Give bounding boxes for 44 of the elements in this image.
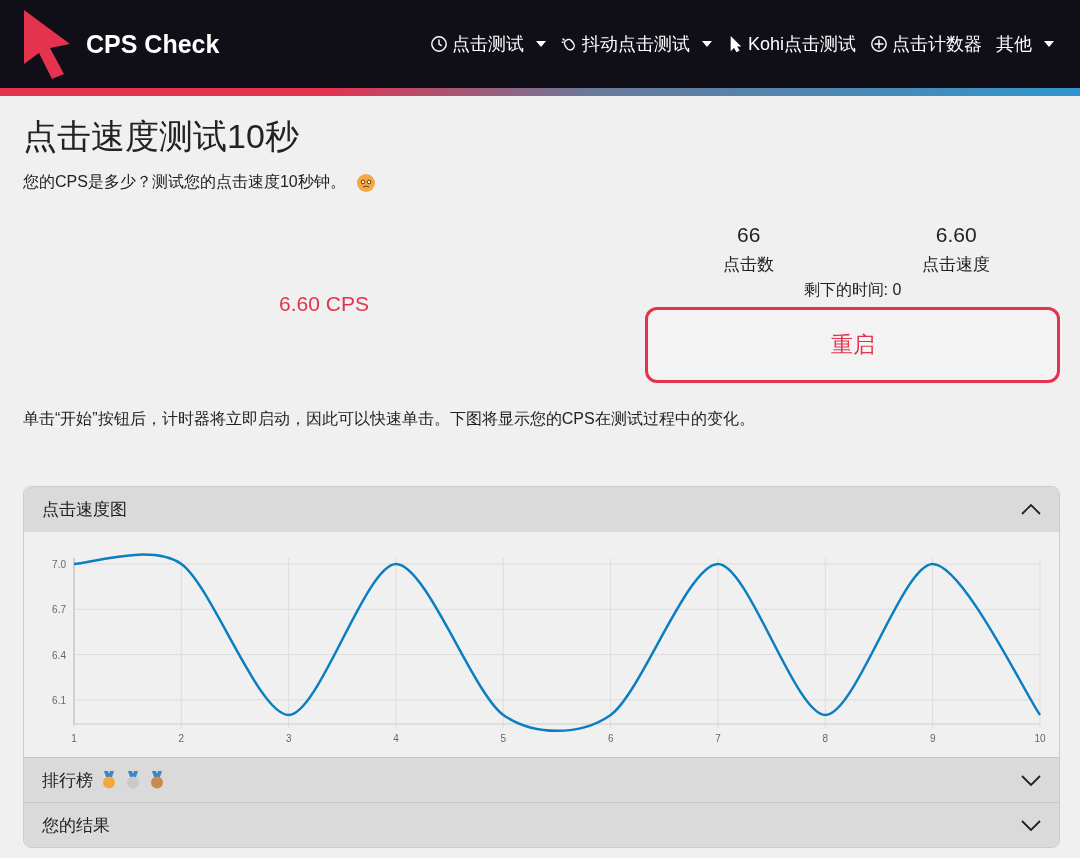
accordion-header[interactable]: 点击速度图 — [24, 487, 1059, 532]
nav-link[interactable]: 点击测试 — [429, 32, 546, 56]
axis-label: 6.7 — [52, 604, 66, 616]
medal-icon — [101, 771, 117, 789]
chevron-down-icon — [1021, 774, 1041, 786]
stat-value: 66 — [737, 223, 761, 247]
axis-label: 1 — [71, 733, 77, 744]
axis-label: 8 — [822, 733, 829, 744]
nav-link[interactable]: 抖动点击测试 — [559, 32, 712, 56]
axis-label: 7.0 — [52, 559, 66, 570]
axis-label: 4 — [393, 733, 399, 744]
brand-name: CPS Check — [86, 29, 220, 59]
accordion-header[interactable]: 您的结果 — [24, 802, 1059, 847]
chevron-up-icon — [1021, 504, 1041, 515]
chevron-down-icon — [1021, 819, 1041, 831]
stat-label: 点击数 — [723, 254, 775, 276]
axis-label: 9 — [929, 733, 936, 744]
axis-label: 10 — [1034, 733, 1046, 744]
nav-link[interactable]: Kohi点击测试 — [725, 32, 856, 56]
axis-label: 5 — [500, 733, 507, 744]
plus-circle-icon — [870, 35, 888, 53]
cursor-logo-icon — [22, 8, 72, 80]
time-remaining: 剩下的时间: 0 — [803, 280, 902, 300]
mouse-icon — [559, 35, 578, 53]
axis-label: 2 — [178, 733, 185, 744]
axis-label: 6.4 — [52, 649, 66, 661]
axis-label: 6.1 — [52, 694, 66, 706]
axis-label: 3 — [285, 733, 292, 744]
nav-link[interactable]: 点击计数器 — [870, 32, 982, 56]
restart-button[interactable]: 重启 — [645, 307, 1060, 383]
axis-label: 6 — [607, 733, 614, 744]
medal-icon — [125, 771, 141, 789]
face-emoji-icon — [355, 172, 376, 193]
cps-result: 6.60 CPS — [279, 292, 369, 316]
nav-link[interactable]: 其他 — [996, 32, 1054, 56]
medal-icon — [149, 771, 165, 789]
stat-value: 6.60 — [935, 223, 977, 247]
accordion-header[interactable]: 排行榜 — [24, 757, 1059, 802]
axis-label: 7 — [715, 733, 721, 744]
stat-label: 点击速度 — [922, 254, 991, 276]
description: 单击“开始”按钮后，计时器将立即启动，因此可以快速单击。下图将显示您的CPS在测试过程中的变化。 — [23, 409, 756, 429]
clock-icon — [429, 35, 448, 53]
page-title: 点击速度测试10秒 — [23, 116, 300, 157]
subtitle: 您的CPS是多少？测试您的点击速度10秒钟。 — [23, 172, 346, 192]
